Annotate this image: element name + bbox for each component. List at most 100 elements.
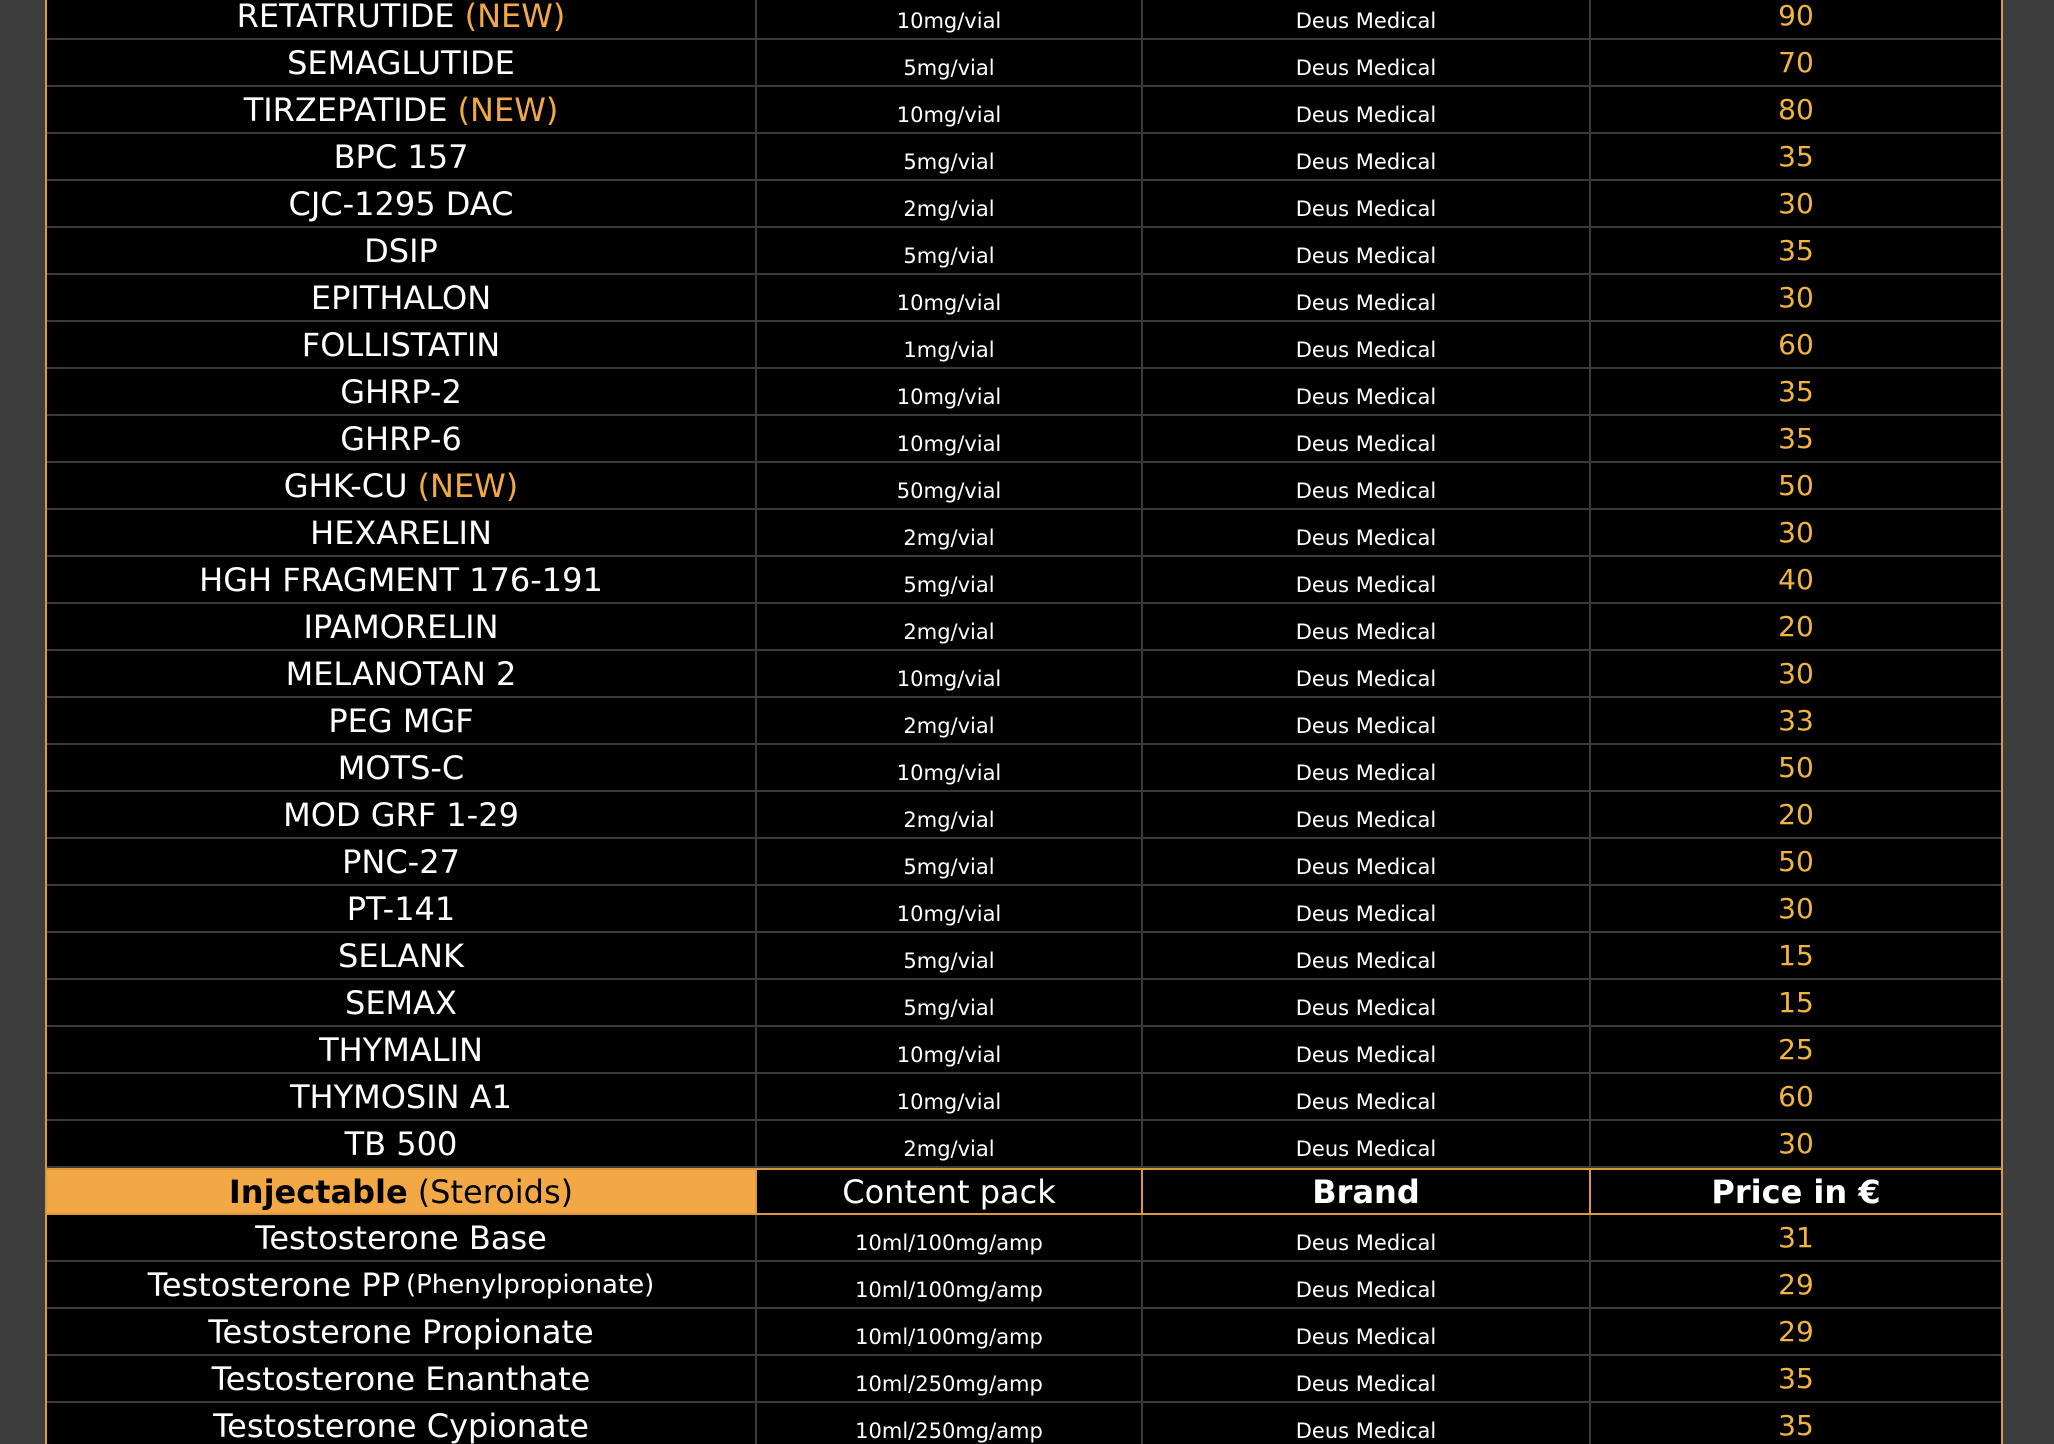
table-row: Testosterone Propionate 10ml/100mg/amp Deu…	[47, 1309, 2001, 1356]
content-pack: 10ml/250mg/amp	[757, 1356, 1143, 1401]
product-name: CJC-1295 DAC	[288, 184, 514, 223]
header-content-pack: Content pack	[757, 1170, 1143, 1213]
price: 60	[1778, 328, 1814, 361]
product-name: GHK-CU	[283, 466, 408, 505]
table-row: TB 500 2mg/vial Deus Medical 30	[47, 1121, 2001, 1168]
content-pack: 2mg/vial	[757, 181, 1143, 226]
product-name: Testosterone Base	[255, 1218, 547, 1257]
content-pack: 5mg/vial	[757, 40, 1143, 85]
product-name-cell: RETATRUTIDE (NEW)	[47, 0, 757, 38]
content-pack: 5mg/vial	[757, 228, 1143, 273]
content-pack: 5mg/vial	[757, 933, 1143, 978]
content-pack: 2mg/vial	[757, 510, 1143, 555]
brand: Deus Medical	[1143, 87, 1591, 132]
product-name: FOLLISTATIN	[301, 325, 501, 364]
price: 35	[1778, 140, 1814, 173]
product-name-cell: DSIP	[47, 228, 757, 273]
price: 29	[1778, 1315, 1814, 1348]
product-note: (Phenylpropionate)	[405, 1269, 655, 1300]
price: 50	[1778, 845, 1814, 878]
brand: Deus Medical	[1143, 933, 1591, 978]
brand: Deus Medical	[1143, 228, 1591, 273]
content-pack: 5mg/vial	[757, 839, 1143, 884]
product-name-cell: EPITHALON	[47, 275, 757, 320]
price: 25	[1778, 1033, 1814, 1066]
product-name: PNC-27	[342, 842, 460, 881]
table-row: IPAMORELIN 2mg/vial Deus Medical 20	[47, 604, 2001, 651]
header-brand: Brand	[1143, 1170, 1591, 1213]
product-name: MOD GRF 1-29	[283, 795, 519, 834]
brand: Deus Medical	[1143, 463, 1591, 508]
product-name: RETATRUTIDE	[236, 0, 455, 35]
product-name-cell: MOTS-C	[47, 745, 757, 790]
content-pack: 10mg/vial	[757, 886, 1143, 931]
table-row: Testosterone Enanthate 10ml/250mg/amp Deus…	[47, 1356, 2001, 1403]
product-name-cell: THYMALIN	[47, 1027, 757, 1072]
table-row: CJC-1295 DAC 2mg/vial Deus Medical 30	[47, 181, 2001, 228]
product-name: MOTS-C	[337, 748, 465, 787]
content-pack: 10ml/100mg/amp	[757, 1309, 1143, 1354]
product-name-cell: PEG MGF	[47, 698, 757, 743]
table-row: SEMAX 5mg/vial Deus Medical 15	[47, 980, 2001, 1027]
table-row: EPITHALON 10mg/vial Deus Medical 30	[47, 275, 2001, 322]
brand: Deus Medical	[1143, 510, 1591, 555]
new-badge: (NEW)	[457, 90, 559, 129]
price: 30	[1778, 1127, 1814, 1160]
table-row: THYMOSIN A1 10mg/vial Deus Medical 60	[47, 1074, 2001, 1121]
brand: Deus Medical	[1143, 1215, 1591, 1260]
price: 50	[1778, 469, 1814, 502]
brand: Deus Medical	[1143, 134, 1591, 179]
header-price: Price in €	[1711, 1172, 1881, 1211]
product-name-cell: PNC-27	[47, 839, 757, 884]
brand: Deus Medical	[1143, 1074, 1591, 1119]
table-row: BPC 157 5mg/vial Deus Medical 35	[47, 134, 2001, 181]
brand: Deus Medical	[1143, 980, 1591, 1025]
price: 15	[1778, 986, 1814, 1019]
brand: Deus Medical	[1143, 1027, 1591, 1072]
product-name: Testosterone Enanthate	[211, 1359, 591, 1398]
content-pack: 10mg/vial	[757, 275, 1143, 320]
content-pack: 1mg/vial	[757, 322, 1143, 367]
brand: Deus Medical	[1143, 1309, 1591, 1354]
product-name-cell: IPAMORELIN	[47, 604, 757, 649]
table-row: TIRZEPATIDE (NEW) 10mg/vial Deus Medical 80	[47, 87, 2001, 134]
brand: Deus Medical	[1143, 839, 1591, 884]
product-name-cell: Testosterone PP (Phenylpropionate)	[47, 1262, 757, 1307]
price: 20	[1778, 610, 1814, 643]
product-name: THYMOSIN A1	[289, 1077, 513, 1116]
brand: Deus Medical	[1143, 698, 1591, 743]
table-row: GHK-CU (NEW) 50mg/vial Deus Medical 50	[47, 463, 2001, 510]
header-category: Injectable	[228, 1172, 408, 1211]
content-pack: 10mg/vial	[757, 1074, 1143, 1119]
table-row: RETATRUTIDE (NEW) 10mg/vial Deus Medical 90	[47, 0, 2001, 40]
product-name-cell: SEMAGLUTIDE	[47, 40, 757, 85]
content-pack: 10mg/vial	[757, 0, 1143, 38]
table-row: FOLLISTATIN 1mg/vial Deus Medical 60	[47, 322, 2001, 369]
price: 40	[1778, 563, 1814, 596]
content-pack: 10ml/250mg/amp	[757, 1403, 1143, 1444]
product-name: BPC 157	[333, 137, 469, 176]
product-name-cell: GHK-CU (NEW)	[47, 463, 757, 508]
brand: Deus Medical	[1143, 1356, 1591, 1401]
product-name: MELANOTAN 2	[285, 654, 517, 693]
content-pack: 2mg/vial	[757, 604, 1143, 649]
product-name-cell: FOLLISTATIN	[47, 322, 757, 367]
table-row: THYMALIN 10mg/vial Deus Medical 25	[47, 1027, 2001, 1074]
price: 70	[1778, 46, 1814, 79]
content-pack: 10mg/vial	[757, 745, 1143, 790]
price: 33	[1778, 704, 1814, 737]
product-name: DSIP	[364, 231, 438, 270]
product-name: GHRP-2	[340, 372, 462, 411]
brand: Deus Medical	[1143, 416, 1591, 461]
brand: Deus Medical	[1143, 557, 1591, 602]
price: 35	[1778, 1362, 1814, 1395]
table-row: DSIP 5mg/vial Deus Medical 35	[47, 228, 2001, 275]
price: 35	[1778, 1409, 1814, 1442]
product-name: THYMALIN	[319, 1030, 483, 1069]
table-row: HEXARELIN 2mg/vial Deus Medical 30	[47, 510, 2001, 557]
product-name-cell: HGH FRAGMENT 176-191	[47, 557, 757, 602]
content-pack: 10mg/vial	[757, 1027, 1143, 1072]
product-name-cell: MELANOTAN 2	[47, 651, 757, 696]
brand: Deus Medical	[1143, 1403, 1591, 1444]
product-name-cell: SEMAX	[47, 980, 757, 1025]
